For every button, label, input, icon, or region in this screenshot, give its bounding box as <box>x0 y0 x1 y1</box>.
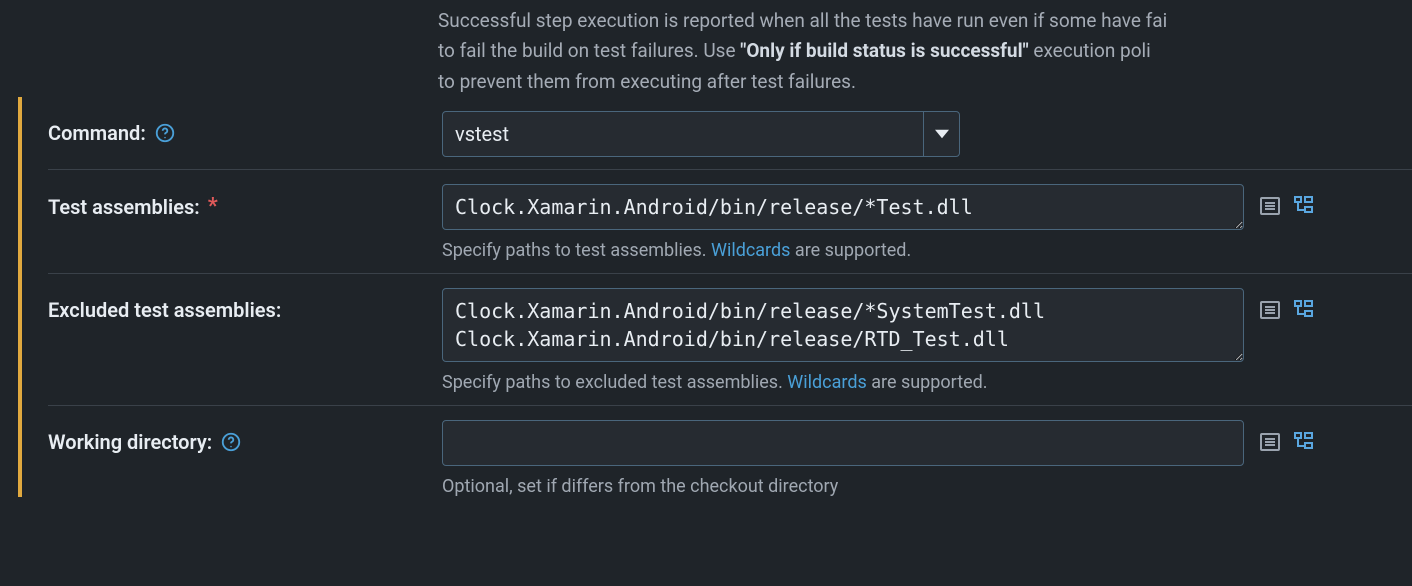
test-assemblies-field-col: Specify paths to test assemblies. Wildca… <box>442 184 1352 261</box>
intro-line3: to prevent them from executing after tes… <box>438 70 856 93</box>
required-asterisk: * <box>208 194 218 219</box>
working-dir-hint: Optional, set if differs from the checko… <box>442 476 1352 497</box>
intro-line2a: to fail the build on test failures. Use <box>438 39 740 62</box>
command-label-col: Command: <box>48 111 442 145</box>
help-icon[interactable] <box>154 122 176 144</box>
help-icon[interactable] <box>220 431 242 453</box>
excluded-label: Excluded test assemblies: <box>48 298 281 322</box>
wildcards-link[interactable]: Wildcards <box>711 240 790 261</box>
working-dir-label: Working directory: <box>48 430 212 454</box>
list-icon[interactable] <box>1258 194 1282 218</box>
test-assemblies-input[interactable] <box>442 184 1244 230</box>
command-value: vstest <box>455 122 509 146</box>
excluded-actions <box>1258 288 1316 322</box>
command-select[interactable]: vstest <box>442 111 960 157</box>
working-directory-input[interactable] <box>442 420 1244 466</box>
list-icon[interactable] <box>1258 430 1282 454</box>
list-icon[interactable] <box>1258 298 1282 322</box>
excluded-label-col: Excluded test assemblies: <box>48 288 442 322</box>
command-label: Command: <box>48 121 146 145</box>
wildcards-link[interactable]: Wildcards <box>787 372 866 393</box>
working-dir-field-col: Optional, set if differs from the checko… <box>442 420 1352 497</box>
intro-line1: Successful step execution is reported wh… <box>438 9 1167 32</box>
test-assemblies-label: Test assemblies: <box>48 195 200 219</box>
form-panel: Command: vstest Test assemblies: * <box>18 97 1412 497</box>
tree-icon[interactable] <box>1292 194 1316 218</box>
test-assemblies-actions <box>1258 184 1316 218</box>
row-command: Command: vstest <box>48 97 1412 170</box>
intro-line2b: execution poli <box>1029 39 1151 62</box>
tree-icon[interactable] <box>1292 430 1316 454</box>
excluded-assemblies-input[interactable] <box>442 288 1244 362</box>
test-assemblies-label-col: Test assemblies: * <box>48 184 442 219</box>
test-assemblies-hint: Specify paths to test assemblies. Wildca… <box>442 240 1352 261</box>
row-working-directory: Working directory: <box>48 406 1412 497</box>
tree-icon[interactable] <box>1292 298 1316 322</box>
row-excluded-assemblies: Excluded test assemblies: Specify paths … <box>48 274 1412 406</box>
command-field-col: vstest <box>442 111 1352 157</box>
chevron-down-icon <box>923 112 959 156</box>
excluded-field-col: Specify paths to excluded test assemblie… <box>442 288 1352 393</box>
row-test-assemblies: Test assemblies: * Specify paths to test… <box>48 170 1412 274</box>
working-dir-actions <box>1258 420 1316 454</box>
excluded-hint: Specify paths to excluded test assemblie… <box>442 372 1352 393</box>
intro-strong: "Only if build status is successful" <box>740 39 1028 62</box>
intro-text: Successful step execution is reported wh… <box>0 0 1412 97</box>
working-dir-label-col: Working directory: <box>48 420 442 454</box>
